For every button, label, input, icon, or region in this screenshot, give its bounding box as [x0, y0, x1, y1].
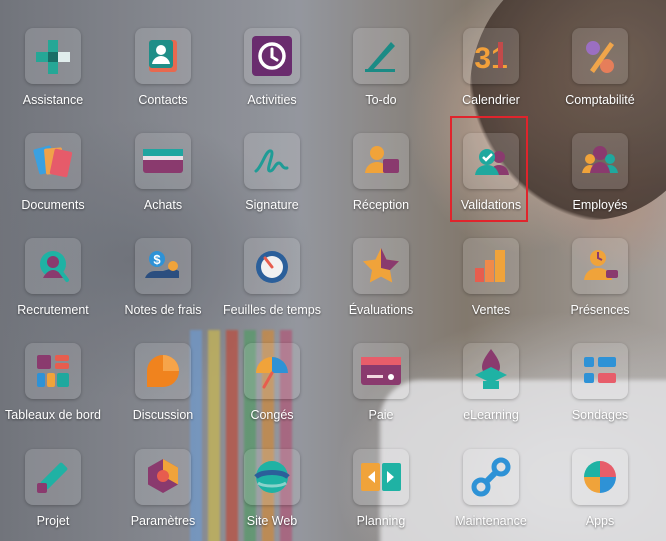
app-label: Comptabilité	[565, 93, 635, 107]
time-off-umbrella-icon	[244, 343, 300, 399]
website-globe-icon	[244, 449, 300, 505]
app-site-web[interactable]: Site Web	[218, 449, 326, 541]
app-sondages[interactable]: Sondages	[546, 343, 654, 435]
recruitment-icon	[25, 238, 81, 294]
app-planning[interactable]: Planning	[327, 449, 435, 541]
app-presences[interactable]: Présences	[546, 238, 654, 330]
accounting-icon	[572, 28, 628, 84]
app-documents[interactable]: Documents	[0, 133, 107, 225]
app-label: Maintenance	[455, 514, 527, 528]
app-signature[interactable]: Signature	[218, 133, 326, 225]
app-label: Sondages	[571, 408, 629, 422]
app-employes[interactable]: Employés	[546, 133, 654, 225]
app-conges[interactable]: Congés	[218, 343, 326, 435]
signature-icon	[244, 133, 300, 189]
project-icon	[25, 449, 81, 505]
app-ventes[interactable]: Ventes	[437, 238, 545, 330]
elearning-icon	[463, 343, 519, 399]
documents-icon	[25, 133, 81, 189]
app-label: To-do	[365, 93, 397, 107]
dashboards-icon	[25, 343, 81, 399]
surveys-icon	[572, 343, 628, 399]
app-parametres[interactable]: Paramètres	[109, 449, 217, 541]
app-label: Discussion	[132, 408, 194, 422]
app-label: Présences	[570, 303, 630, 317]
app-projet[interactable]: Projet	[0, 449, 107, 541]
app-label: Tableaux de bord	[5, 408, 101, 422]
app-activities[interactable]: Activities	[218, 28, 326, 120]
app-label: Réception	[352, 198, 410, 212]
app-label: Calendrier	[462, 93, 520, 107]
todo-pen-icon	[353, 28, 409, 84]
app-label: Paramètres	[130, 514, 196, 528]
app-discussion[interactable]: Discussion	[109, 343, 217, 435]
calendar-icon: 31	[463, 28, 519, 84]
app-maintenance[interactable]: Maintenance	[437, 449, 545, 541]
app-apps[interactable]: Apps	[546, 449, 654, 541]
app-reception[interactable]: Réception	[327, 133, 435, 225]
app-elearning[interactable]: eLearning	[437, 343, 545, 435]
contacts-icon	[135, 28, 191, 84]
app-label: Projet	[36, 514, 70, 528]
discussion-bubble-icon	[135, 343, 191, 399]
app-label: Planning	[356, 514, 406, 528]
payroll-card-icon	[353, 343, 409, 399]
app-label: Site Web	[246, 514, 298, 528]
expenses-icon: $	[135, 238, 191, 294]
app-label: Activities	[247, 93, 297, 107]
app-label: Feuilles de temps	[223, 303, 321, 317]
app-label: Congés	[250, 408, 294, 422]
selection-highlight-box	[450, 116, 528, 222]
app-label: Signature	[245, 198, 299, 212]
maintenance-wrench-icon	[463, 449, 519, 505]
app-assistance[interactable]: Assistance	[0, 28, 107, 120]
sales-chart-icon	[463, 238, 519, 294]
planning-icon	[353, 449, 409, 505]
app-label: Recrutement	[17, 303, 89, 317]
app-achats[interactable]: Achats	[109, 133, 217, 225]
app-label: Ventes	[471, 303, 511, 317]
attendance-icon	[572, 238, 628, 294]
app-label: Évaluations	[348, 303, 414, 317]
app-recrutement[interactable]: Recrutement	[0, 238, 107, 330]
app-contacts[interactable]: Contacts	[109, 28, 217, 120]
app-label: eLearning	[463, 408, 519, 422]
reception-icon	[353, 133, 409, 189]
appraisal-star-icon	[353, 238, 409, 294]
app-calendrier[interactable]: 31 Calendrier	[437, 28, 545, 120]
app-label: Paie	[368, 408, 394, 422]
dollar-sign-text: $	[153, 252, 161, 267]
app-label: Achats	[143, 198, 183, 212]
app-label: Documents	[21, 198, 85, 212]
app-feuilles-de-temps[interactable]: Feuilles de temps	[218, 238, 326, 330]
app-grid: Assistance Contacts Activities To-do 31 …	[0, 0, 666, 541]
apps-store-icon	[572, 449, 628, 505]
app-label: Contacts	[138, 93, 188, 107]
timesheet-gauge-icon	[244, 238, 300, 294]
app-label: Notes de frais	[124, 303, 202, 317]
activities-clock-icon	[244, 28, 300, 84]
app-label: Employés	[572, 198, 628, 212]
app-to-do[interactable]: To-do	[327, 28, 435, 120]
app-notes-de-frais[interactable]: $ Notes de frais	[109, 238, 217, 330]
app-label: Apps	[585, 514, 615, 528]
helpdesk-icon	[25, 28, 81, 84]
app-paie[interactable]: Paie	[327, 343, 435, 435]
app-tableaux-de-bord[interactable]: Tableaux de bord	[0, 343, 107, 435]
employees-icon	[572, 133, 628, 189]
app-comptabilite[interactable]: Comptabilité	[546, 28, 654, 120]
settings-hexagon-icon	[135, 449, 191, 505]
app-label: Assistance	[22, 93, 84, 107]
app-evaluations[interactable]: Évaluations	[327, 238, 435, 330]
purchase-card-icon	[135, 133, 191, 189]
